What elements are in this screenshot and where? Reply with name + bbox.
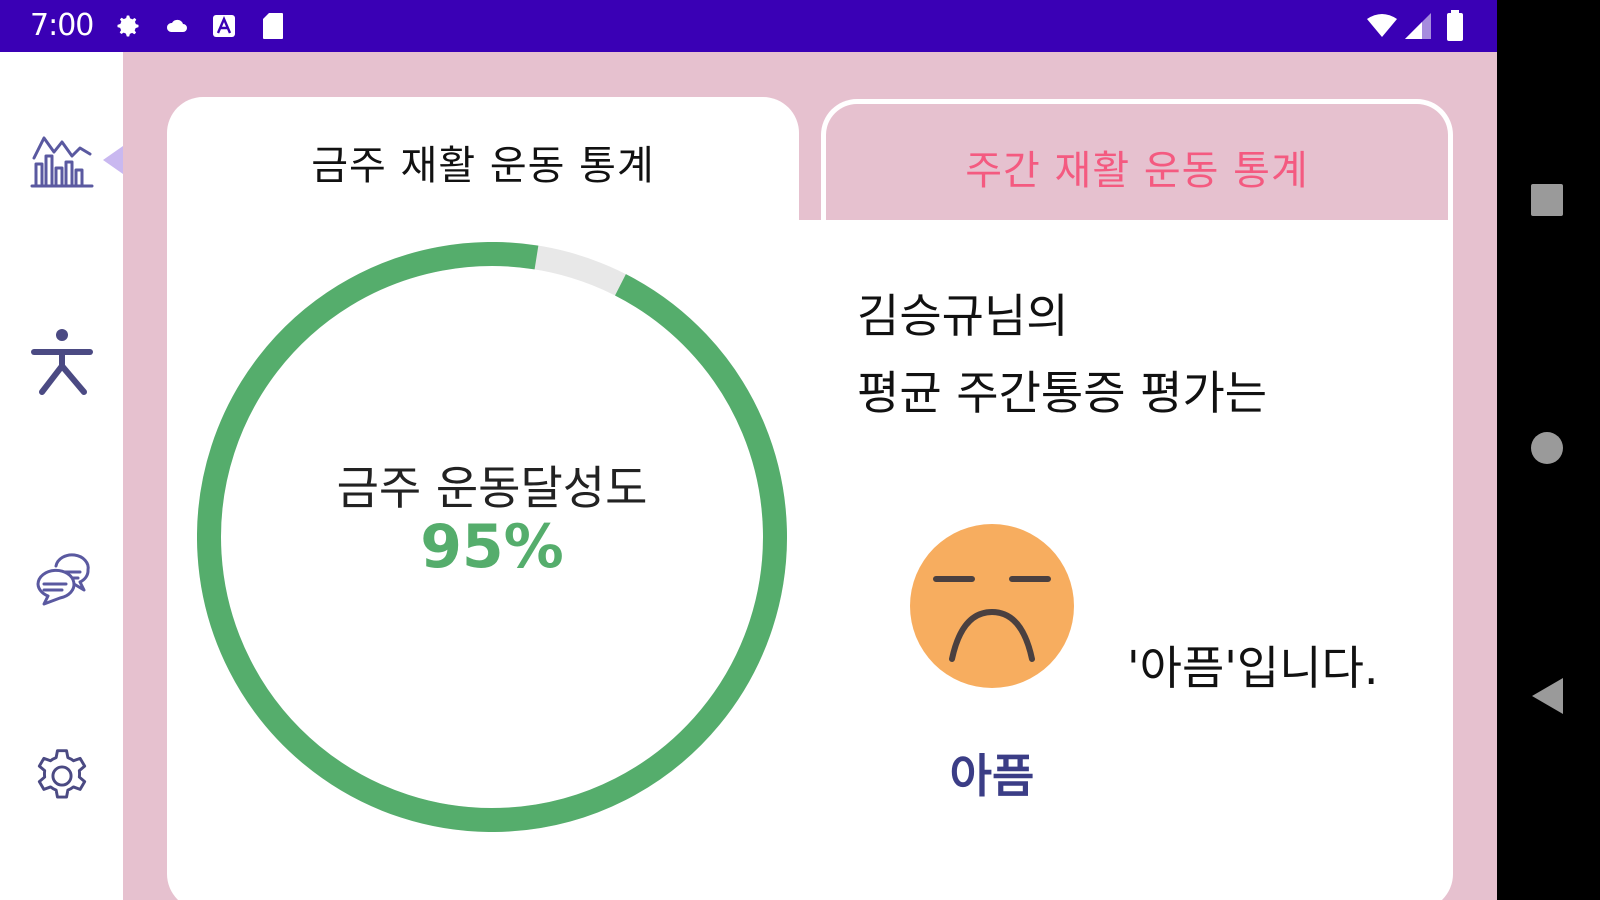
status-time: 7:00	[30, 8, 94, 43]
gear-icon	[114, 12, 142, 44]
tab-label: 주간 재활 운동 통계	[965, 148, 1309, 194]
back-button[interactable]	[1525, 676, 1569, 720]
side-navigation	[0, 52, 123, 900]
settings-gear-icon	[30, 744, 94, 812]
main-content: 금주 재활 운동 통계 주간 재활 운동 통계 금주 운동달성도 95% 김승규…	[123, 52, 1497, 900]
home-circle-icon	[1530, 431, 1564, 469]
recents-square-icon	[1530, 183, 1564, 221]
chat-bubbles-icon	[30, 548, 94, 616]
selected-indicator	[103, 146, 123, 174]
tab-this-week-statistics[interactable]: 금주 재활 운동 통계	[167, 97, 799, 247]
exercise-person-icon	[30, 326, 94, 402]
text-a-icon	[212, 14, 236, 42]
recents-button[interactable]	[1525, 180, 1569, 224]
cell-signal-icon	[1404, 12, 1432, 44]
pain-level-label: 아픔	[949, 749, 1035, 803]
tab-weekly-statistics[interactable]: 주간 재활 운동 통계	[821, 99, 1453, 220]
status-bar: 7:00	[0, 0, 1497, 52]
home-button[interactable]	[1525, 428, 1569, 472]
nav-chat[interactable]	[22, 542, 102, 622]
back-triangle-icon	[1530, 677, 1564, 719]
android-navigation-bar	[1497, 0, 1600, 900]
battery-icon	[1446, 10, 1464, 46]
nav-exercise[interactable]	[22, 324, 102, 404]
tab-label: 금주 재활 운동 통계	[311, 143, 655, 189]
cloud-icon	[166, 18, 188, 38]
nav-statistics[interactable]	[22, 122, 102, 202]
statistics-chart-icon	[30, 128, 94, 196]
evaluation-user-line: 김승규님의	[857, 289, 1069, 343]
nav-settings[interactable]	[22, 738, 102, 818]
wifi-icon	[1366, 14, 1398, 42]
sd-card-icon	[262, 12, 284, 44]
app-screen: 7:00 금주 재활 운동 통계 주간 재활 운동 통계 금주 운동달성도 95…	[0, 0, 1497, 900]
gauge-value: 95%	[420, 512, 564, 582]
evaluation-title-line: 평균 주간통증 평가는	[857, 366, 1268, 420]
gauge-label: 금주 운동달성도	[336, 461, 648, 515]
evaluation-result: '아픔'입니다.	[1127, 641, 1379, 695]
sad-face-icon	[910, 524, 1074, 688]
